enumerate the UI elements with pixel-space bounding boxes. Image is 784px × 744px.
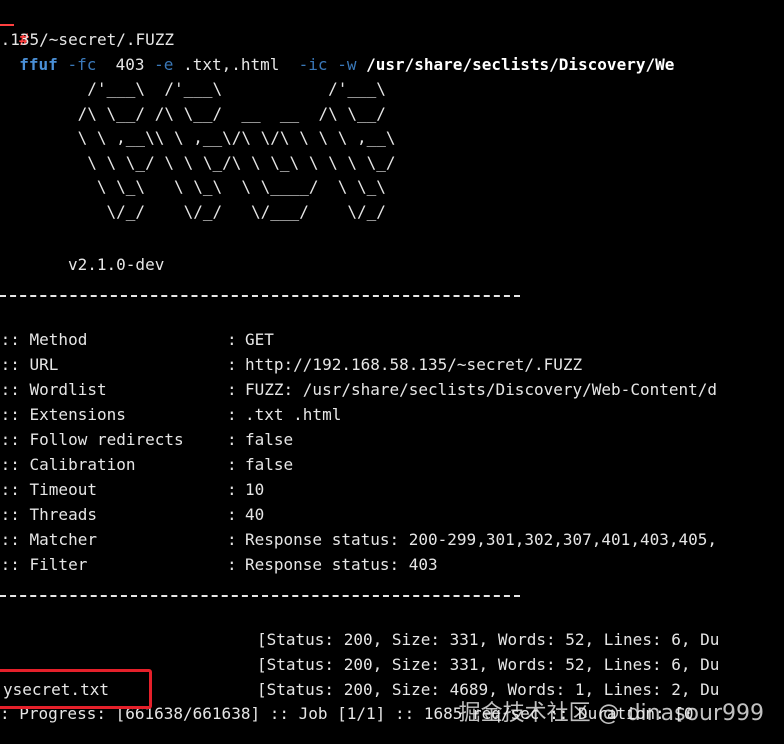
prompt-underline — [0, 24, 14, 26]
config-colon: : — [227, 355, 237, 374]
config-colon: : — [227, 555, 237, 574]
config-key: :: Extensions — [0, 405, 126, 424]
config-colon: : — [227, 530, 237, 549]
highlight-box — [0, 669, 152, 709]
flag-ic: -ic — [298, 55, 328, 74]
command-tool: ffuf — [19, 55, 58, 74]
config-key: :: Matcher — [0, 530, 97, 549]
config-key: :: Wordlist — [0, 380, 107, 399]
config-key: :: Threads — [0, 505, 97, 524]
result-status: [Status: 200, Size: 331, Words: 52, Line… — [257, 630, 720, 649]
config-colon: : — [227, 430, 237, 449]
config-key: :: URL — [0, 355, 59, 374]
config-value: http://192.168.58.135/~secret/.FUZZ — [245, 355, 583, 374]
flag-fc: -fc — [67, 55, 97, 74]
config-value: GET — [245, 330, 274, 349]
separator-bottom — [0, 595, 520, 597]
config-value: .txt .html — [245, 405, 342, 424]
config-colon: : — [227, 380, 237, 399]
config-value: false — [245, 430, 294, 449]
version-label: v2.1.0-dev — [68, 255, 165, 274]
flag-e: -e — [154, 55, 174, 74]
config-key: :: Calibration — [0, 455, 136, 474]
ffuf-ascii-banner: /'___\ /'___\ /'___\ /\ \__/ /\ \__/ __ … — [77, 79, 396, 221]
config-colon: : — [227, 505, 237, 524]
config-value: Response status: 200-299,301,302,307,401… — [245, 530, 718, 549]
config-key: :: Filter — [0, 555, 88, 574]
config-value: FUZZ: /usr/share/seclists/Discovery/Web-… — [245, 380, 718, 399]
separator-top — [0, 295, 520, 297]
fc-value: 403 — [115, 55, 145, 74]
config-value: false — [245, 455, 294, 474]
watermark: 掘金技术社区 @ dinasour999 — [458, 701, 764, 726]
flag-w: -w — [337, 55, 357, 74]
wordlist-path: /usr/share/seclists/Discovery/We — [366, 55, 675, 74]
command-line: # ffuf -fc 403 -e .txt,.html -ic -w /usr… — [0, 2, 674, 74]
config-key: :: Timeout — [0, 480, 97, 499]
url-line: 8.135/~secret/.FUZZ — [0, 30, 175, 49]
config-colon: : — [227, 405, 237, 424]
config-colon: : — [227, 455, 237, 474]
result-status: [Status: 200, Size: 331, Words: 52, Line… — [257, 655, 720, 674]
config-key: :: Follow redirects — [0, 430, 184, 449]
config-colon: : — [227, 480, 237, 499]
config-value: Response status: 403 — [245, 555, 438, 574]
config-value: 10 — [245, 480, 265, 499]
e-value: .txt,.html — [183, 55, 280, 74]
config-key: :: Method — [0, 330, 88, 349]
config-colon: : — [227, 330, 237, 349]
config-value: 40 — [245, 505, 265, 524]
